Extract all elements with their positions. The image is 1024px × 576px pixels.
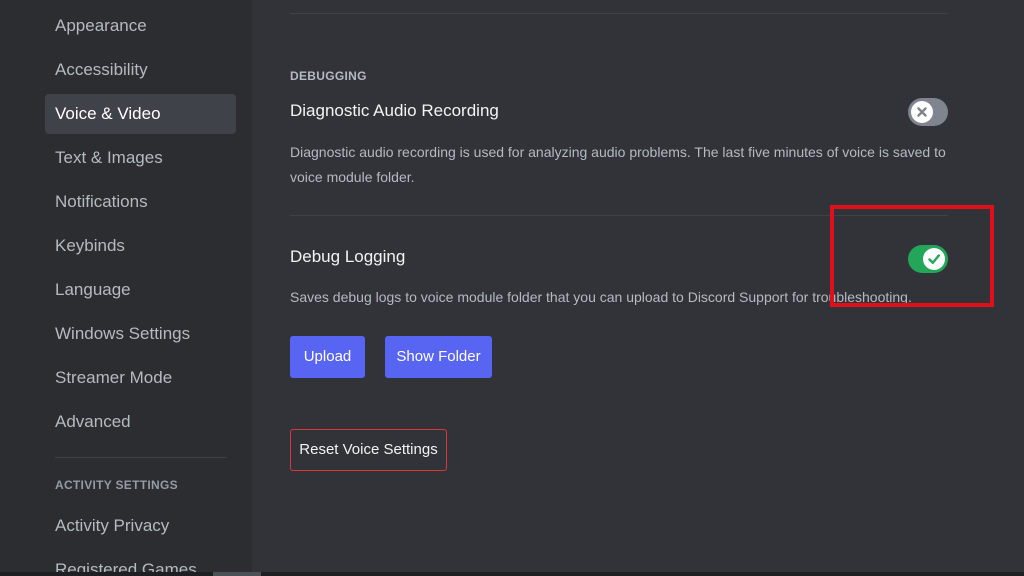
sidebar-item-advanced[interactable]: Advanced (45, 402, 236, 442)
sidebar-item-windows-settings[interactable]: Windows Settings (45, 314, 236, 354)
sidebar-item-accessibility[interactable]: Accessibility (45, 50, 236, 90)
reset-voice-settings-button[interactable]: Reset Voice Settings (290, 429, 447, 471)
debugging-header: DEBUGGING (290, 69, 367, 83)
activity-settings-list: Activity Privacy Registered Games (45, 506, 236, 576)
activity-settings-header: ACTIVITY SETTINGS (55, 478, 178, 492)
section-divider-top (290, 13, 948, 14)
sidebar-item-notifications[interactable]: Notifications (45, 182, 236, 222)
debug-logging-description: Saves debug logs to voice module folder … (290, 289, 912, 305)
sidebar-item-keybinds[interactable]: Keybinds (45, 226, 236, 266)
sidebar-item-text-images[interactable]: Text & Images (45, 138, 236, 178)
sidebar-item-language[interactable]: Language (45, 270, 236, 310)
diagnostic-audio-title: Diagnostic Audio Recording (290, 101, 499, 120)
sidebar-item-streamer-mode[interactable]: Streamer Mode (45, 358, 236, 398)
horizontal-scrollbar[interactable] (0, 572, 1024, 576)
sidebar-divider (55, 457, 226, 458)
x-icon (917, 107, 927, 117)
show-folder-button[interactable]: Show Folder (385, 336, 492, 378)
check-icon (928, 254, 940, 264)
diagnostic-audio-toggle[interactable] (908, 98, 948, 126)
sidebar-item-voice-video[interactable]: Voice & Video (45, 94, 236, 134)
toggle-knob (911, 101, 933, 123)
sidebar-item-appearance[interactable]: Appearance (45, 6, 236, 46)
upload-button[interactable]: Upload (290, 336, 365, 378)
settings-sidebar: Appearance Accessibility Voice & Video T… (0, 0, 252, 576)
sidebar-item-activity-privacy[interactable]: Activity Privacy (45, 506, 236, 546)
scrollbar-thumb[interactable] (213, 572, 261, 576)
diagnostic-audio-description: Diagnostic audio recording is used for a… (290, 144, 946, 185)
settings-window: Appearance Accessibility Voice & Video T… (0, 0, 1024, 576)
user-settings-list: Appearance Accessibility Voice & Video T… (45, 6, 236, 446)
debug-logging-toggle[interactable] (908, 245, 948, 273)
toggle-knob (923, 248, 945, 270)
debug-logging-title: Debug Logging (290, 247, 406, 266)
section-divider (290, 215, 948, 216)
